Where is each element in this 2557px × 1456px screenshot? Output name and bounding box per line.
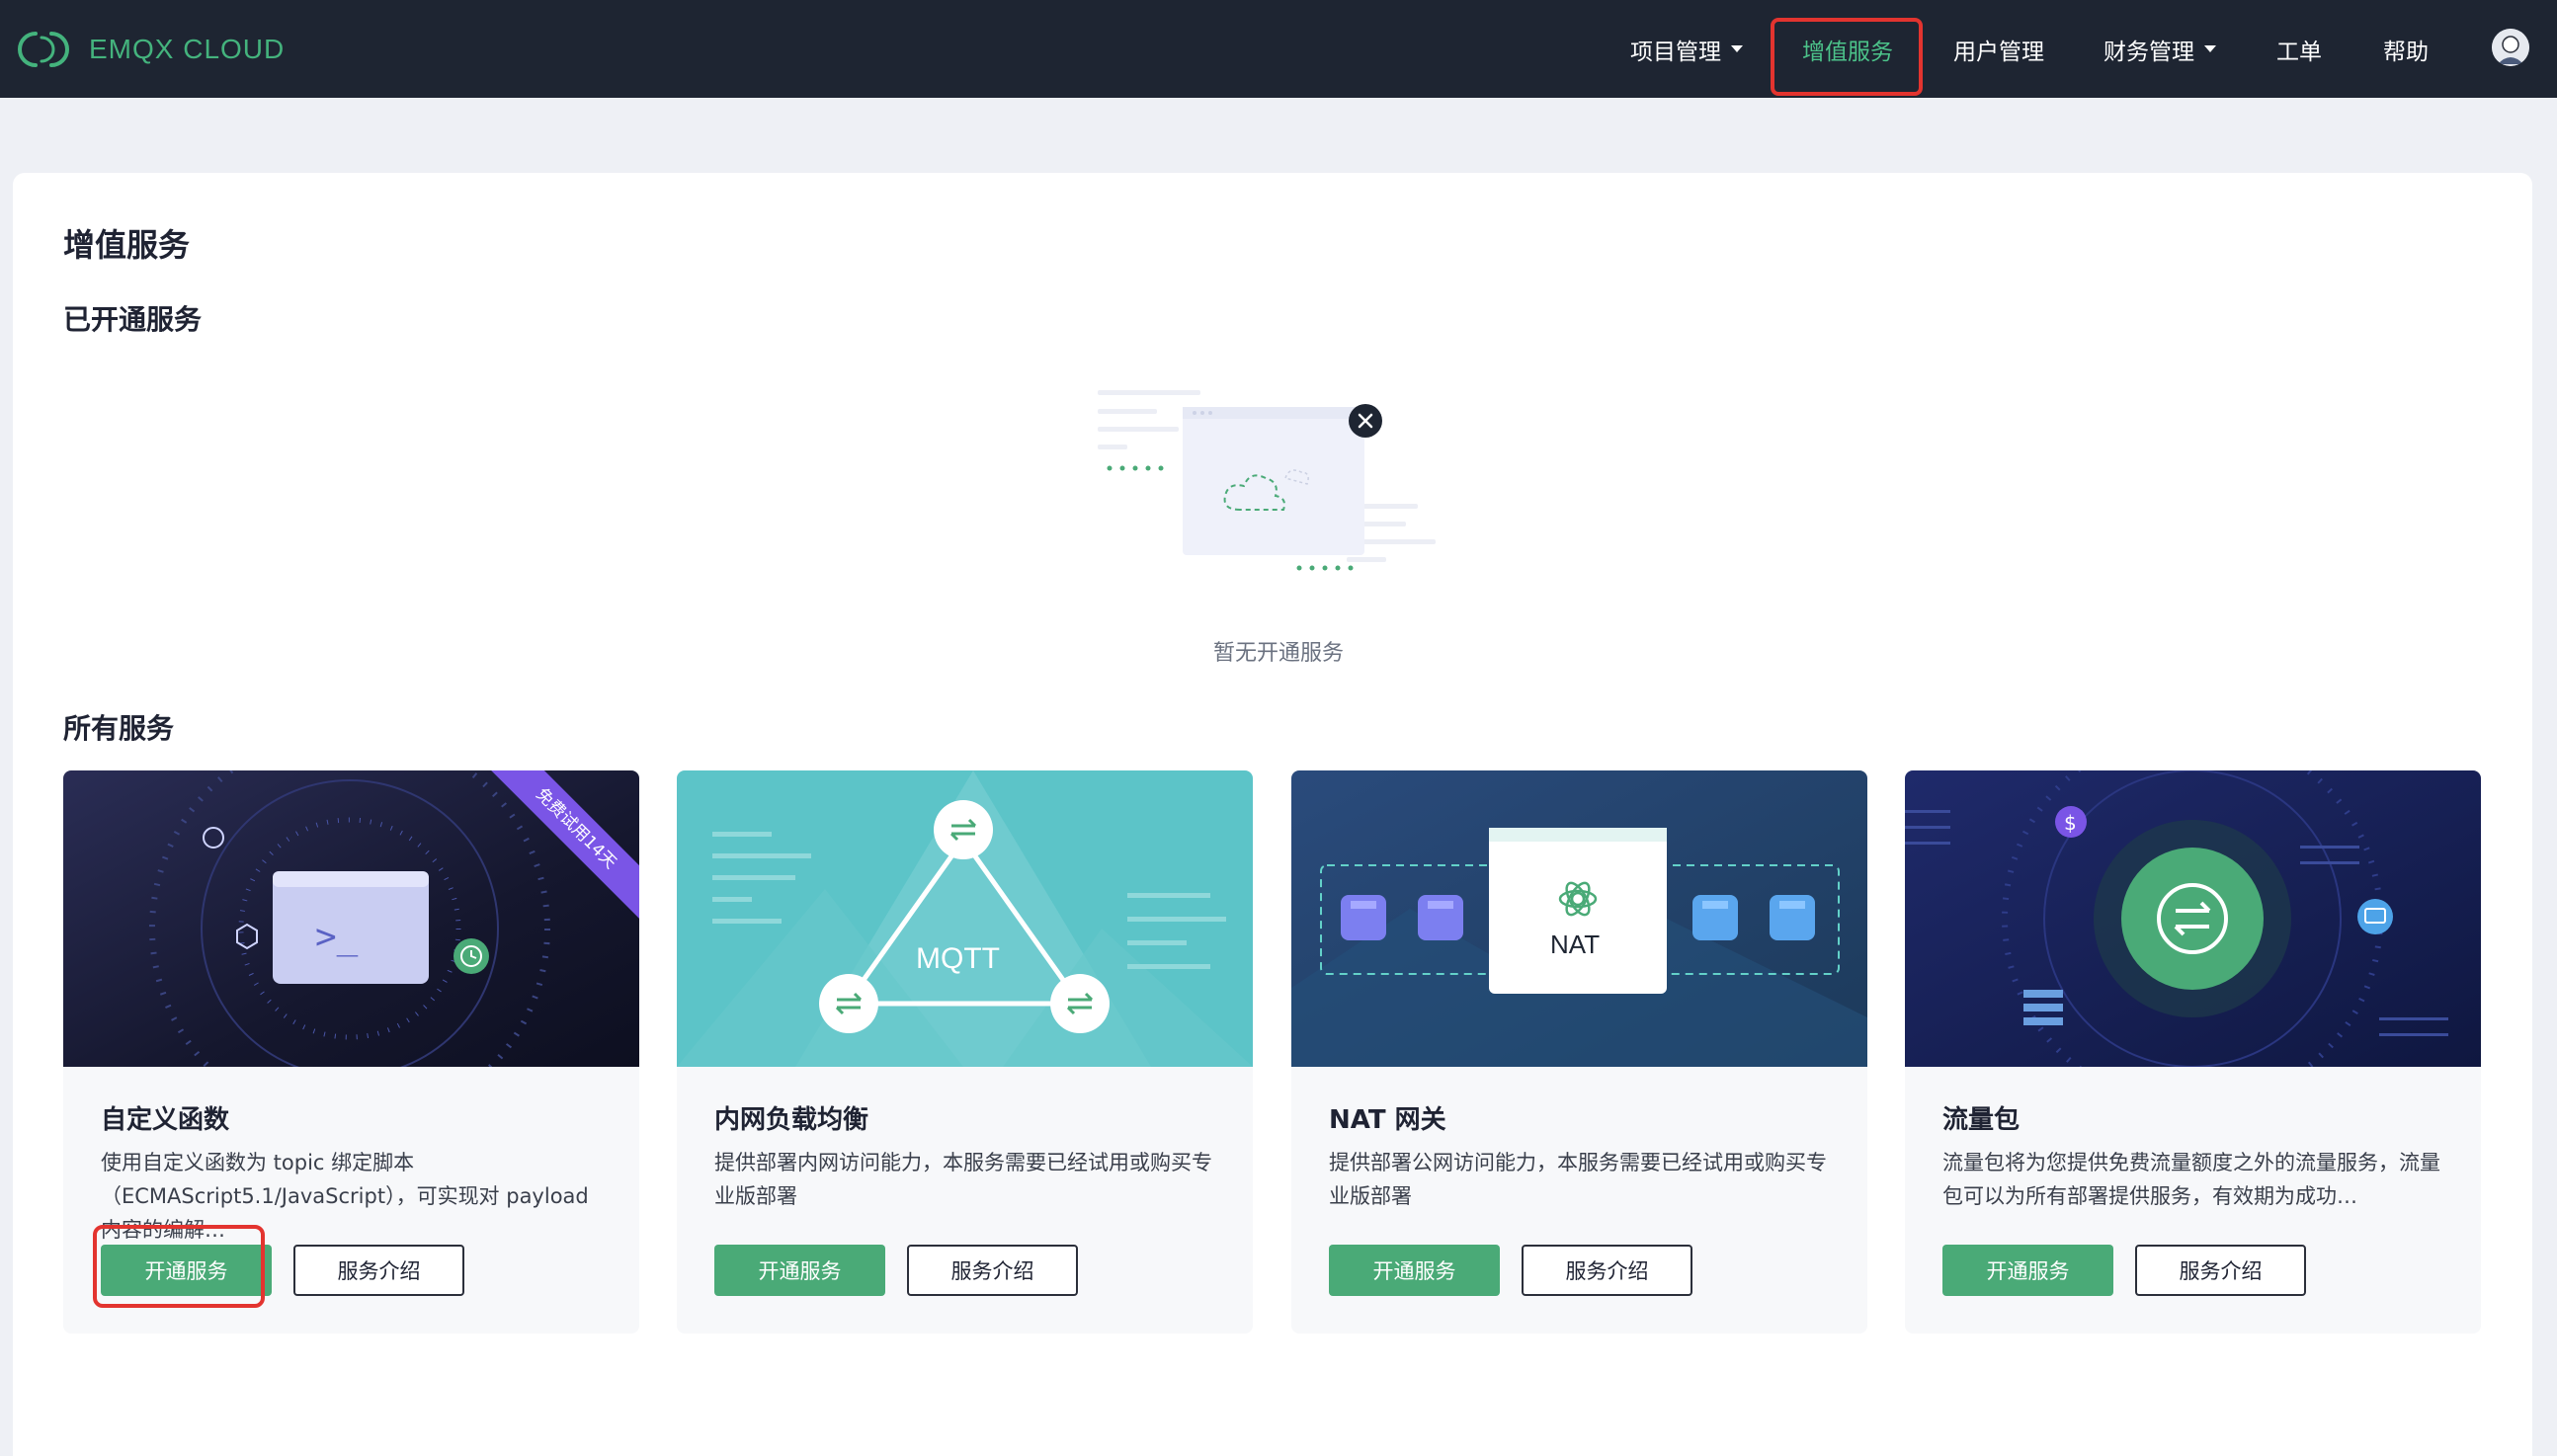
nav-item-label: 项目管理 bbox=[1630, 39, 1721, 65]
service-description: 提供部署公网访问能力，本服务需要已经试用或购买专业版部署 bbox=[1329, 1151, 1827, 1208]
nav-item-label: 工单 bbox=[2276, 39, 2322, 65]
empty-state-text: 暂无开通服务 bbox=[1212, 641, 1344, 666]
service-intro-button[interactable]: 服务介绍 bbox=[1522, 1245, 1692, 1296]
enable-service-button[interactable]: 开通服务 bbox=[1942, 1245, 2113, 1296]
page-title: 增值服务 bbox=[63, 226, 191, 264]
service-title: 内网负载均衡 bbox=[714, 1105, 869, 1135]
nav-item-user-management[interactable]: 用户管理 bbox=[1953, 0, 2044, 98]
button-highlight-box bbox=[93, 1225, 265, 1308]
brand-logo[interactable]: EMQX CLOUD bbox=[12, 26, 285, 73]
nav-item-label: 帮助 bbox=[2383, 39, 2429, 65]
service-image: NAT bbox=[1291, 770, 1867, 1067]
service-card-internal-load-balancer: MQTT 内网负载均衡 提供部署内网访问能力，本服务需要已经试用或购买专业版部署… bbox=[677, 770, 1253, 1334]
svg-text:$: $ bbox=[2064, 811, 2077, 835]
enable-service-button[interactable]: 开通服务 bbox=[1329, 1245, 1500, 1296]
all-services-heading: 所有服务 bbox=[63, 712, 175, 745]
nav-item-tickets[interactable]: 工单 bbox=[2276, 0, 2322, 98]
service-description: 提供部署内网访问能力，本服务需要已经试用或购买专业版部署 bbox=[714, 1151, 1212, 1208]
emqx-logo-icon bbox=[18, 32, 69, 67]
service-title: 自定义函数 bbox=[101, 1105, 230, 1135]
top-navbar: EMQX CLOUD 项目管理 增值服务 用户管理 财务管理 工单 帮助 bbox=[0, 0, 2557, 98]
nav-item-help[interactable]: 帮助 bbox=[2383, 0, 2429, 98]
service-image-label: NAT bbox=[1550, 930, 1600, 959]
service-description: 流量包将为您提供免费流量额度之外的流量服务，流量包可以为所有部署提供服务，有效期… bbox=[1942, 1151, 2440, 1208]
service-intro-button[interactable]: 服务介绍 bbox=[2135, 1245, 2306, 1296]
close-icon bbox=[1349, 404, 1382, 438]
service-image: MQTT bbox=[677, 770, 1253, 1067]
nav-highlight-box bbox=[1771, 18, 1923, 96]
enable-service-button[interactable]: 开通服务 bbox=[714, 1245, 885, 1296]
service-image-label: MQTT bbox=[916, 942, 1000, 975]
enabled-services-heading: 已开通服务 bbox=[63, 303, 203, 336]
service-intro-button[interactable]: 服务介绍 bbox=[907, 1245, 1078, 1296]
user-avatar-icon[interactable] bbox=[2492, 29, 2529, 66]
service-image: $ bbox=[1905, 770, 2481, 1067]
empty-state-illustration bbox=[1092, 387, 1457, 585]
dollar-icon: $ bbox=[2055, 806, 2087, 838]
nav-item-label: 财务管理 bbox=[2103, 39, 2194, 65]
caret-down-icon bbox=[2204, 45, 2216, 52]
brand-name: EMQX CLOUD bbox=[89, 34, 286, 64]
service-intro-button[interactable]: 服务介绍 bbox=[293, 1245, 464, 1296]
service-card-traffic-package: $ 流量包 流量包将为您提供免费流量额度之外的流量服务，流量包可以为所有部署提供… bbox=[1905, 770, 2481, 1334]
caret-down-icon bbox=[1731, 45, 1743, 52]
nav-item-label: 用户管理 bbox=[1953, 39, 2044, 65]
nav-item-projects[interactable]: 项目管理 bbox=[1630, 0, 1743, 98]
service-image: >_ 免费试用14天 bbox=[63, 770, 639, 1067]
nav-item-finance[interactable]: 财务管理 bbox=[2103, 0, 2216, 98]
service-title: NAT 网关 bbox=[1329, 1105, 1446, 1135]
service-card-nat-gateway: NAT NAT 网关 提供部署公网访问能力，本服务需要已经试用或购买专业版部署 … bbox=[1291, 770, 1867, 1334]
service-title: 流量包 bbox=[1942, 1105, 2021, 1135]
terminal-icon: >_ bbox=[315, 917, 359, 957]
